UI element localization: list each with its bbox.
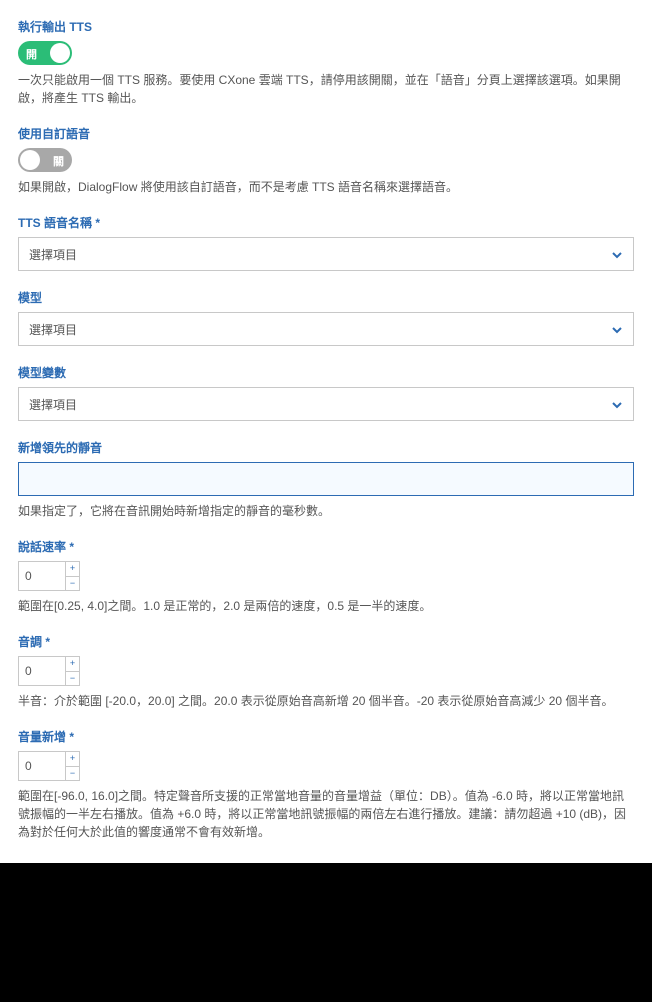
voice-name-field: TTS 語音名稱 * 選擇項目 — [18, 214, 634, 271]
model-selected: 選擇項目 — [29, 321, 77, 338]
custom-voice-label: 使用自訂語音 — [18, 125, 634, 142]
leading-silence-input[interactable] — [18, 462, 634, 496]
speaking-rate-input[interactable] — [19, 562, 65, 590]
pitch-help: 半音：介於範圍 [-20.0，20.0] 之間。20.0 表示從原始音高新增 2… — [18, 692, 634, 710]
pitch-input[interactable] — [19, 657, 65, 685]
chevron-down-icon — [611, 399, 623, 414]
chevron-down-icon — [611, 249, 623, 264]
model-variant-selected: 選擇項目 — [29, 396, 77, 413]
pitch-stepper: + − — [18, 656, 80, 686]
tts-output-toggle[interactable]: 開 — [18, 41, 72, 65]
speaking-rate-decrement[interactable]: − — [66, 577, 79, 591]
model-label: 模型 — [18, 289, 634, 306]
volume-gain-help: 範圍在[-96.0, 16.0]之間。特定聲音所支援的正常當地音量的音量增益（單… — [18, 787, 634, 841]
speaking-rate-label: 說話速率 * — [18, 538, 634, 555]
toggle-knob — [50, 43, 70, 63]
tts-output-field: 執行輸出 TTS 開 一次只能啟用一個 TTS 服務。要使用 CXone 雲端 … — [18, 18, 634, 107]
volume-gain-field: 音量新增 * + − 範圍在[-96.0, 16.0]之間。特定聲音所支援的正常… — [18, 728, 634, 841]
speaking-rate-stepper: + − — [18, 561, 80, 591]
custom-voice-help: 如果開啟，DialogFlow 將使用該自訂語音，而不是考慮 TTS 語音名稱來… — [18, 178, 634, 196]
toggle-off-text: 關 — [53, 153, 64, 169]
model-variant-select[interactable]: 選擇項目 — [18, 387, 634, 421]
speaking-rate-field: 說話速率 * + − 範圍在[0.25, 4.0]之間。1.0 是正常的，2.0… — [18, 538, 634, 615]
volume-gain-label: 音量新增 * — [18, 728, 634, 745]
pitch-field: 音調 * + − 半音：介於範圍 [-20.0，20.0] 之間。20.0 表示… — [18, 633, 634, 710]
settings-panel: 執行輸出 TTS 開 一次只能啟用一個 TTS 服務。要使用 CXone 雲端 … — [0, 0, 652, 863]
toggle-knob — [20, 150, 40, 170]
model-field: 模型 選擇項目 — [18, 289, 634, 346]
model-select[interactable]: 選擇項目 — [18, 312, 634, 346]
tts-output-help: 一次只能啟用一個 TTS 服務。要使用 CXone 雲端 TTS，請停用該開關，… — [18, 71, 634, 107]
leading-silence-field: 新增領先的靜音 如果指定了，它將在音訊開始時新增指定的靜音的毫秒數。 — [18, 439, 634, 520]
speaking-rate-help: 範圍在[0.25, 4.0]之間。1.0 是正常的，2.0 是兩倍的速度，0.5… — [18, 597, 634, 615]
voice-name-selected: 選擇項目 — [29, 246, 77, 263]
model-variant-field: 模型變數 選擇項目 — [18, 364, 634, 421]
volume-gain-stepper: + − — [18, 751, 80, 781]
volume-gain-increment[interactable]: + — [66, 752, 79, 767]
pitch-increment[interactable]: + — [66, 657, 79, 672]
volume-gain-decrement[interactable]: − — [66, 767, 79, 781]
voice-name-label: TTS 語音名稱 * — [18, 214, 634, 231]
volume-gain-input[interactable] — [19, 752, 65, 780]
voice-name-select[interactable]: 選擇項目 — [18, 237, 634, 271]
speaking-rate-increment[interactable]: + — [66, 562, 79, 577]
custom-voice-field: 使用自訂語音 關 如果開啟，DialogFlow 將使用該自訂語音，而不是考慮 … — [18, 125, 634, 196]
pitch-decrement[interactable]: − — [66, 672, 79, 686]
leading-silence-label: 新增領先的靜音 — [18, 439, 634, 456]
pitch-label: 音調 * — [18, 633, 634, 650]
toggle-on-text: 開 — [26, 46, 37, 62]
leading-silence-help: 如果指定了，它將在音訊開始時新增指定的靜音的毫秒數。 — [18, 502, 634, 520]
tts-output-label: 執行輸出 TTS — [18, 18, 634, 35]
custom-voice-toggle[interactable]: 關 — [18, 148, 72, 172]
model-variant-label: 模型變數 — [18, 364, 634, 381]
chevron-down-icon — [611, 324, 623, 339]
